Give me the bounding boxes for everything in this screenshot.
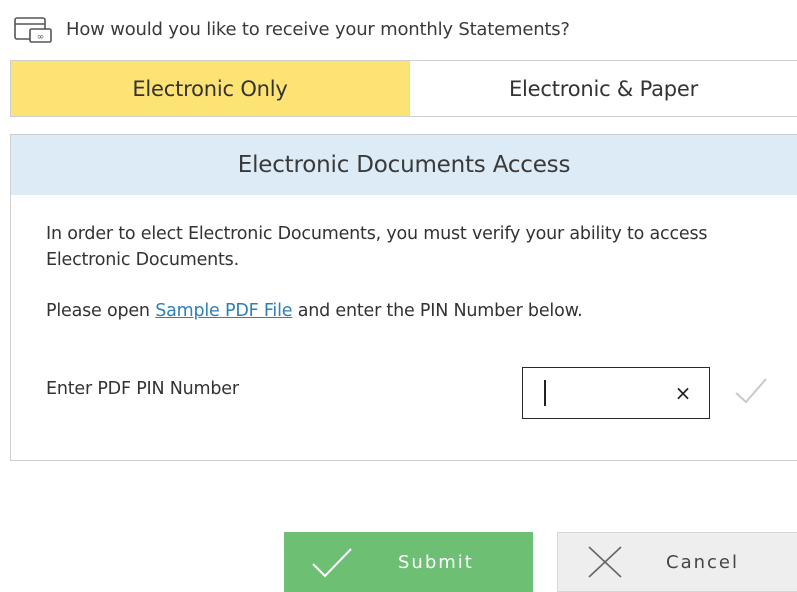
cancel-label: Cancel	[666, 551, 739, 573]
electronic-documents-panel: Electronic Documents Access In order to …	[10, 134, 797, 461]
instruction-prefix: Please open	[46, 301, 156, 321]
cancel-button[interactable]: Cancel	[557, 532, 797, 592]
sample-pdf-link[interactable]: Sample PDF File	[155, 301, 292, 321]
text-caret	[544, 380, 546, 406]
panel-title: Electronic Documents Access	[11, 135, 797, 195]
pin-field-label: Enter PDF PIN Number	[46, 379, 239, 399]
checkmark-icon	[312, 548, 352, 578]
close-icon	[588, 546, 622, 578]
instruction-suffix: and enter the PIN Number below.	[292, 301, 583, 321]
pin-input[interactable]	[537, 378, 657, 408]
svg-text:∞: ∞	[37, 33, 45, 43]
instruction-text: Please open Sample PDF File and enter th…	[46, 301, 583, 321]
option-electronic-and-paper-label: Electronic & Paper	[508, 76, 699, 101]
verification-paragraph: In order to elect Electronic Documents, …	[46, 224, 708, 270]
submit-button[interactable]: Submit	[284, 532, 533, 592]
delivery-option-toggle: Electronic Only Electronic & Paper	[10, 60, 797, 117]
pin-input-box[interactable]: ×	[522, 367, 710, 419]
checkmark-icon	[735, 378, 767, 404]
clear-icon[interactable]: ×	[673, 382, 693, 404]
statement-question: ∞ How would you like to receive your mon…	[12, 14, 570, 44]
submit-label: Submit	[398, 551, 474, 573]
option-electronic-only[interactable]: Electronic Only	[10, 61, 409, 116]
question-text: How would you like to receive your month…	[66, 18, 570, 40]
option-electronic-and-paper[interactable]: Electronic & Paper	[409, 61, 797, 116]
credit-card-icon: ∞	[14, 17, 52, 43]
option-electronic-only-label: Electronic Only	[132, 76, 288, 101]
